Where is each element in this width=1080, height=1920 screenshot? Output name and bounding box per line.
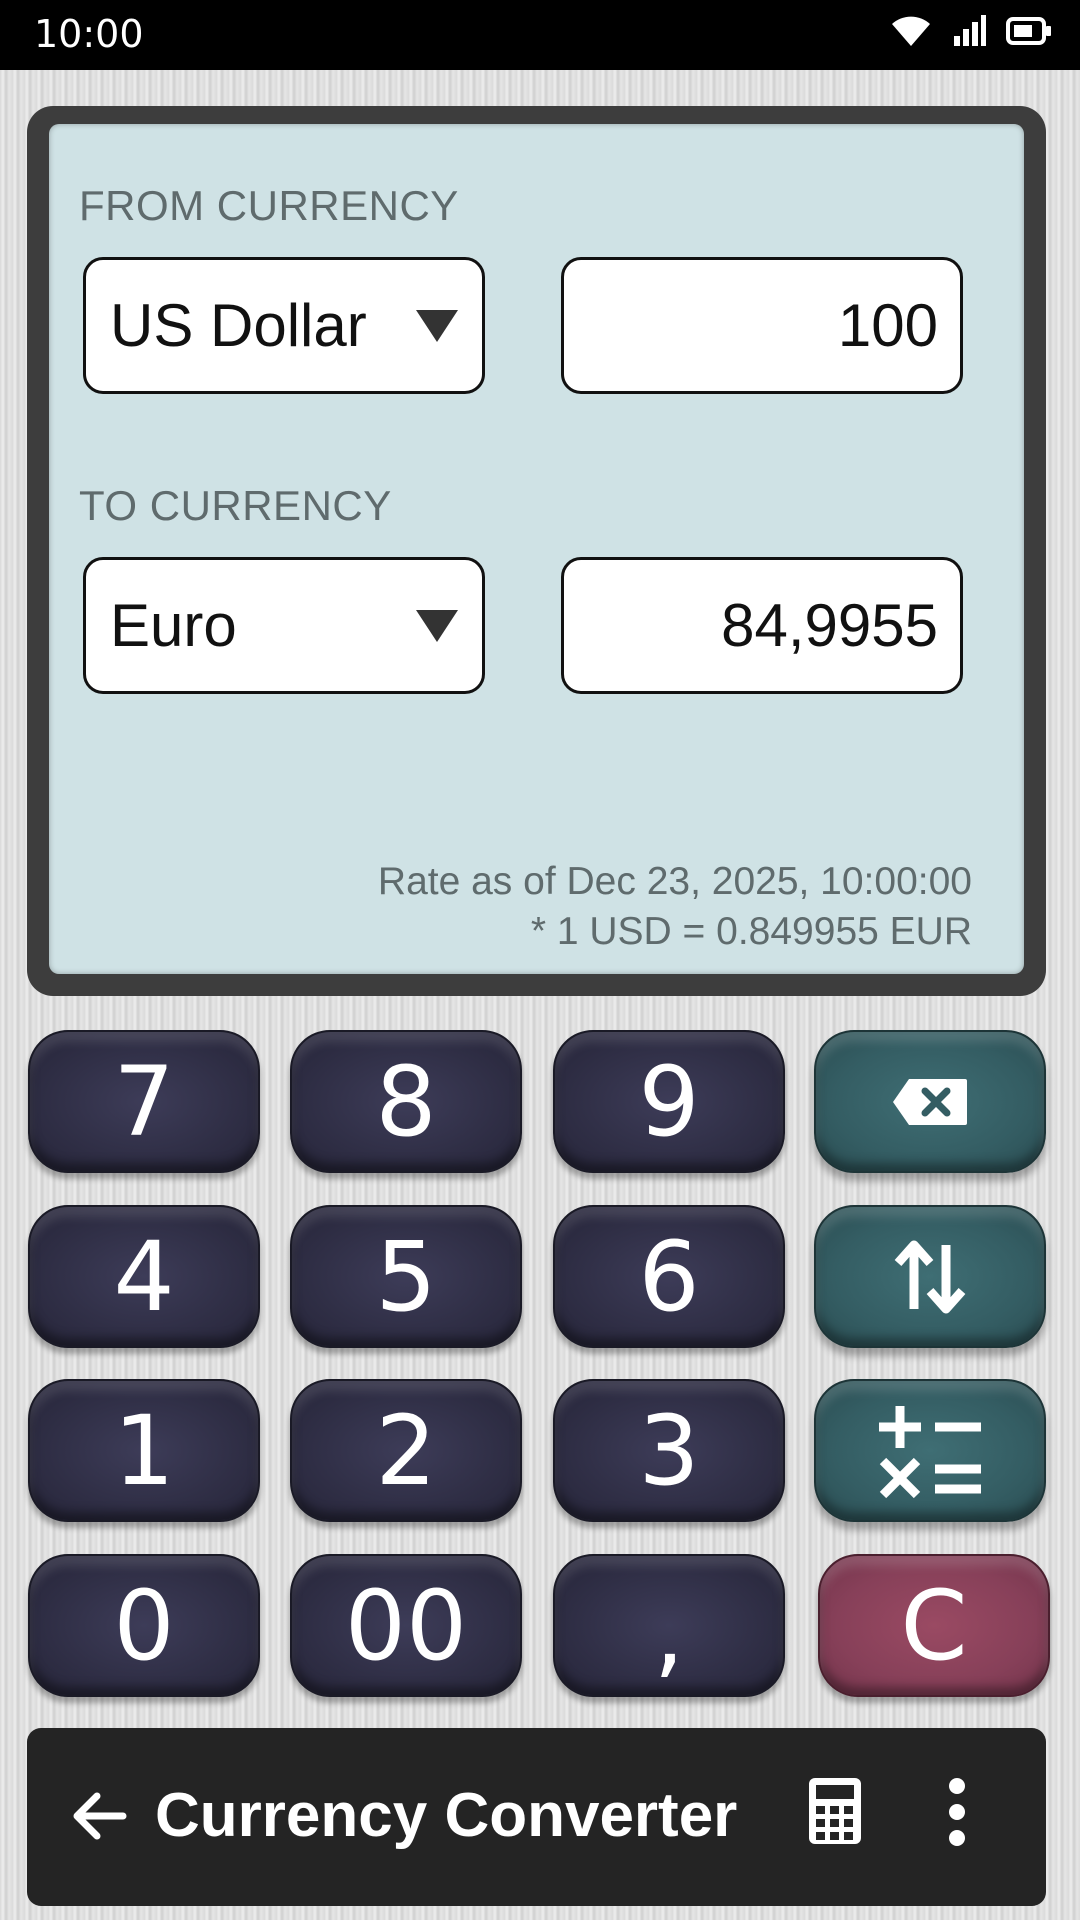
calculator-icon[interactable] xyxy=(807,1776,863,1846)
key-0[interactable]: 0 xyxy=(28,1554,260,1697)
swap-icon xyxy=(894,1240,966,1313)
status-time: 10:00 xyxy=(34,12,144,56)
from-currency-value: US Dollar xyxy=(110,292,367,359)
app-bar: Currency Converter xyxy=(27,1728,1046,1906)
app-title: Currency Converter xyxy=(155,1781,738,1850)
key-8[interactable]: 8 xyxy=(290,1030,522,1173)
key-6[interactable]: 6 xyxy=(553,1205,785,1348)
from-amount-value: 100 xyxy=(837,292,938,359)
more-vert-icon[interactable] xyxy=(945,1776,969,1848)
key-3[interactable]: 3 xyxy=(553,1379,785,1522)
operations-button[interactable] xyxy=(814,1379,1046,1522)
dropdown-arrow-icon xyxy=(416,309,458,342)
backspace-button[interactable] xyxy=(814,1030,1046,1173)
to-currency-label: TO CURRENCY xyxy=(79,482,392,529)
clear-button[interactable]: C xyxy=(818,1554,1050,1697)
to-currency-value: Euro xyxy=(110,592,237,659)
battery-icon xyxy=(1006,17,1051,45)
backspace-icon xyxy=(893,1078,967,1125)
key-5[interactable]: 5 xyxy=(290,1205,522,1348)
key-9[interactable]: 9 xyxy=(553,1030,785,1173)
to-currency-select[interactable]: Euro xyxy=(83,557,485,694)
back-arrow-icon[interactable] xyxy=(69,1786,129,1846)
from-currency-label: FROM CURRENCY xyxy=(79,182,459,229)
key-1[interactable]: 1 xyxy=(28,1379,260,1522)
rate-value: * 1 USD = 0.849955 EUR xyxy=(530,910,972,953)
from-currency-select[interactable]: US Dollar xyxy=(83,257,485,394)
swap-button[interactable] xyxy=(814,1205,1046,1348)
converter-display: FROM CURRENCY US Dollar 100 TO CURRENCY … xyxy=(49,124,1024,974)
status-bar: 10:00 xyxy=(0,0,1080,70)
operations-icon xyxy=(879,1405,981,1498)
key-4[interactable]: 4 xyxy=(28,1205,260,1348)
key-comma[interactable]: , xyxy=(553,1554,785,1697)
wifi-icon xyxy=(892,16,930,46)
key-2[interactable]: 2 xyxy=(290,1379,522,1522)
converter-display-frame: FROM CURRENCY US Dollar 100 TO CURRENCY … xyxy=(27,106,1046,996)
from-amount-field[interactable]: 100 xyxy=(561,257,963,394)
key-00[interactable]: 00 xyxy=(290,1554,522,1697)
dropdown-arrow-icon xyxy=(416,609,458,642)
to-amount-field[interactable]: 84,9955 xyxy=(561,557,963,694)
rate-date: Rate as of Dec 23, 2025, 10:00:00 xyxy=(377,860,972,903)
to-amount-value: 84,9955 xyxy=(721,592,938,659)
signal-icon xyxy=(954,15,986,46)
key-7[interactable]: 7 xyxy=(28,1030,260,1173)
